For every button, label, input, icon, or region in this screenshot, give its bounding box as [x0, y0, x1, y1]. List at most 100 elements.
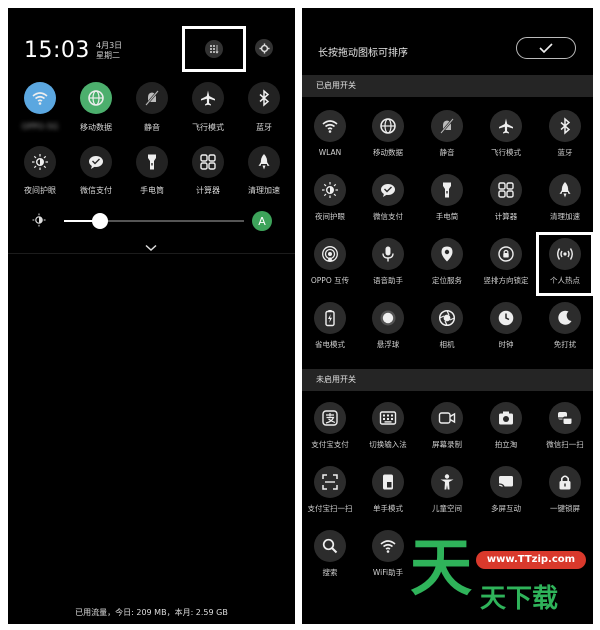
mic-icon — [382, 246, 394, 262]
done-button[interactable] — [516, 37, 576, 59]
share-icon — [322, 246, 338, 262]
moon-icon — [558, 310, 572, 325]
disabled-tile-label: 切换输入法 — [369, 440, 407, 449]
watermark-brand-char: 天 — [410, 531, 473, 604]
clock: 15:03 — [24, 38, 90, 63]
quick-tile-label: 微信支付 — [80, 186, 112, 195]
enabled-tile-label: 移动数据 — [373, 148, 403, 157]
enabled-tile-button[interactable] — [314, 110, 346, 142]
enabled-tile-button[interactable] — [490, 110, 522, 142]
enabled-tile-button[interactable] — [431, 110, 463, 142]
location-icon — [441, 246, 453, 262]
enabled-tile-button[interactable] — [490, 238, 522, 270]
alipay-scan-icon — [322, 474, 338, 490]
disabled-tile-button[interactable] — [314, 530, 346, 562]
enabled-tile-button[interactable] — [549, 110, 581, 142]
keyboard-icon — [379, 411, 397, 425]
disabled-tile-button[interactable] — [314, 402, 346, 434]
check-icon — [539, 43, 553, 53]
bell-off-icon — [145, 90, 159, 106]
enabled-tile-button[interactable] — [314, 238, 346, 270]
quick-tile-button[interactable] — [24, 82, 56, 114]
float-ball-icon — [380, 310, 396, 326]
disabled-tile-button[interactable] — [372, 530, 404, 562]
quick-tile-button[interactable] — [80, 82, 112, 114]
highlight-box — [536, 232, 593, 296]
edit-tiles-button[interactable] — [205, 40, 223, 58]
disabled-tile-button[interactable] — [490, 466, 522, 498]
enabled-tile-label: 悬浮球 — [376, 340, 400, 349]
enabled-tile-label: 省电模式 — [315, 340, 345, 349]
quick-tile-button[interactable] — [136, 82, 168, 114]
enabled-tile-label: 计算器 — [494, 212, 518, 221]
disabled-tile-label: 支付宝支付 — [311, 440, 349, 449]
disabled-tile-label: 单手模式 — [373, 504, 403, 513]
enabled-tile-button[interactable] — [372, 302, 404, 334]
camera-scan-icon — [499, 411, 513, 425]
enabled-tile-button[interactable] — [549, 174, 581, 206]
brightness-icon — [32, 212, 46, 231]
globe-icon — [88, 90, 104, 106]
enabled-tile-button[interactable] — [314, 302, 346, 334]
watermark-site: www.TTzip.com — [476, 551, 586, 569]
enabled-tile-button[interactable] — [549, 302, 581, 334]
disabled-tile-label: 微信扫一扫 — [546, 440, 584, 449]
quick-tile-label: 清理加速 — [248, 186, 280, 195]
disabled-tile-label: 多屏互动 — [491, 504, 521, 513]
grid-sort-icon — [210, 45, 219, 54]
enabled-tile-button[interactable] — [431, 238, 463, 270]
airplane-icon — [201, 90, 215, 106]
disabled-tile-button[interactable] — [372, 402, 404, 434]
enabled-tile-button[interactable] — [372, 238, 404, 270]
notification-shade: 15:03 4月3日 星期二 OPPO-5G 移动数据 静音 飞行模式 蓝牙 夜间护眼 微… — [8, 8, 295, 624]
lock-icon — [559, 475, 571, 490]
flashlight-icon — [443, 182, 451, 198]
disabled-tile-button[interactable] — [372, 466, 404, 498]
enabled-tile-label: 蓝牙 — [557, 148, 573, 157]
disabled-tile-button[interactable] — [490, 402, 522, 434]
disabled-section-header: 未启用开关 — [302, 369, 593, 391]
enabled-tile-label: 静音 — [439, 148, 455, 157]
enabled-tile-label: 手电筒 — [435, 212, 459, 221]
quick-tile-button[interactable] — [24, 146, 56, 178]
enabled-tile-button[interactable] — [372, 174, 404, 206]
calculator-icon — [200, 154, 216, 170]
quick-tile-button[interactable] — [248, 82, 280, 114]
enabled-tile-button[interactable] — [372, 110, 404, 142]
enabled-tile-button[interactable] — [490, 302, 522, 334]
disabled-tile-button[interactable] — [314, 466, 346, 498]
quick-tile-label: 手电筒 — [140, 186, 164, 195]
date: 4月3日 星期二 — [96, 41, 122, 61]
alipay-icon — [322, 410, 338, 426]
globe-icon — [380, 118, 396, 134]
enabled-tile-button[interactable] — [490, 174, 522, 206]
quick-tile-button[interactable] — [80, 146, 112, 178]
wifi-assistant-icon — [380, 540, 396, 553]
quick-tile-button[interactable] — [248, 146, 280, 178]
enabled-tile-button[interactable] — [431, 302, 463, 334]
enabled-tile-label: 定位服务 — [432, 276, 462, 285]
enabled-tile-button[interactable] — [431, 174, 463, 206]
rotation-lock-icon — [498, 246, 514, 262]
settings-button[interactable] — [255, 39, 273, 57]
wechat-pay-icon — [89, 156, 103, 169]
enabled-tile-button[interactable] — [314, 174, 346, 206]
clock-icon — [498, 310, 514, 326]
quick-tile-button[interactable] — [136, 146, 168, 178]
enabled-tile-label: OPPO 互传 — [310, 276, 350, 285]
quick-tile-label: OPPO-5G — [21, 122, 59, 131]
disabled-tile-button[interactable] — [549, 466, 581, 498]
battery-icon — [325, 310, 335, 327]
quick-tile-button[interactable] — [192, 82, 224, 114]
quick-tile-button[interactable] — [192, 146, 224, 178]
flashlight-icon — [148, 154, 156, 170]
watermark-text: 天下载 — [480, 584, 559, 614]
quick-tile-label: 飞行模式 — [192, 123, 224, 132]
enabled-tile-label: 时钟 — [498, 340, 514, 349]
auto-brightness-avatar[interactable]: A — [252, 211, 272, 231]
disabled-tile-label: 搜索 — [322, 568, 338, 577]
disabled-tile-button[interactable] — [431, 402, 463, 434]
brightness-slider-thumb[interactable] — [92, 213, 108, 229]
disabled-tile-button[interactable] — [549, 402, 581, 434]
disabled-tile-button[interactable] — [431, 466, 463, 498]
